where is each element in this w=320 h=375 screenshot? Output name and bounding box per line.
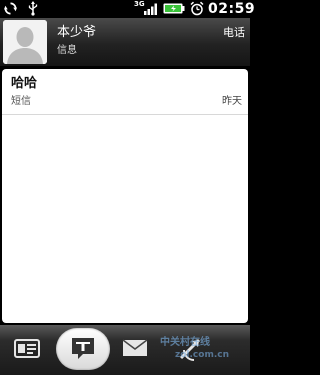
message-thread-item[interactable]: 哈哈 短信 昨天 [2,69,248,115]
phone-label[interactable]: 电话 [223,27,245,39]
status-bar: 3G 02:59 [0,0,255,18]
watermark-url: zol.com.cn [175,350,229,360]
battery-icon [163,3,185,14]
contact-avatar[interactable] [3,20,47,64]
thread-title: 哈哈 [11,76,38,91]
mail-icon [122,339,148,356]
contact-header: 本少爷 信息 电话 [0,18,250,66]
usb-icon [28,1,38,16]
watermark-text: 中关村在线 [160,337,210,348]
sync-icon [4,2,17,15]
alarm-icon [190,1,204,16]
thread-type: 短信 [11,96,31,107]
contact-subtitle: 信息 [57,45,77,56]
tab-email[interactable] [108,325,164,375]
message-list: 哈哈 短信 昨天 [2,69,248,323]
tab-contact-details[interactable] [0,325,56,375]
message-thread-icon [72,338,94,359]
person-silhouette-icon [3,20,47,64]
thread-time: 昨天 [222,96,242,107]
tab-messages-active[interactable] [56,328,110,370]
signal-icon [144,3,157,15]
status-clock: 02:59 [208,1,256,17]
contact-card-icon [14,339,40,358]
contact-name: 本少爷 [57,25,97,40]
